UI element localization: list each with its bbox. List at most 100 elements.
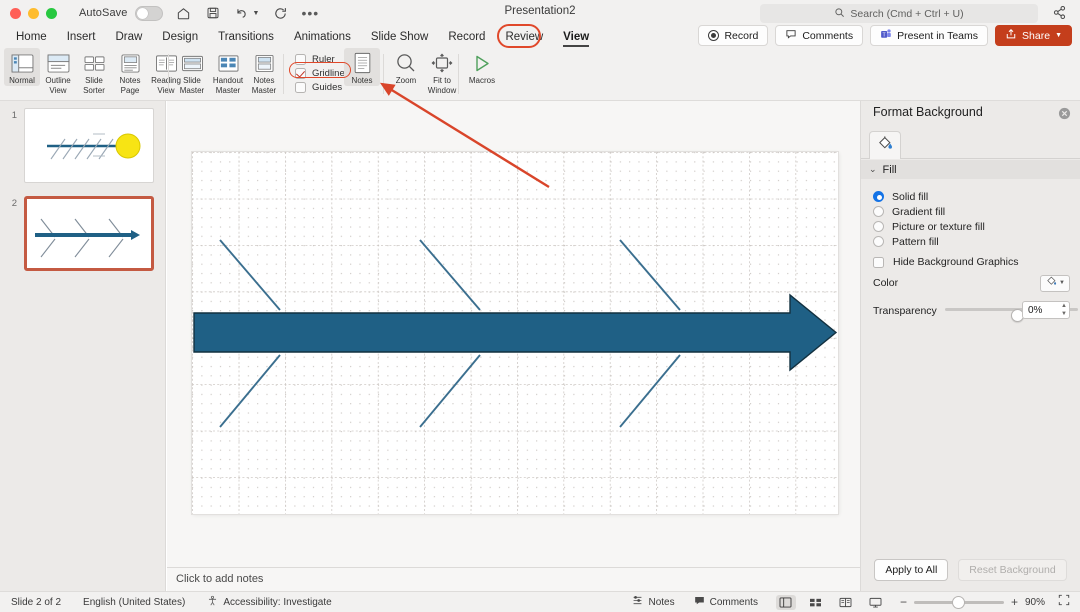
powerpoint-window: AutoSave ▼ ••• Presentation2 Search (Cmd… (0, 0, 1080, 612)
fill-option-solid[interactable]: Solid fill (873, 189, 985, 204)
gridlines-checkbox[interactable] (295, 68, 306, 79)
record-button[interactable]: Record (698, 25, 769, 46)
fill-color-button[interactable]: ▼ (1040, 274, 1070, 292)
hide-background-graphics-label: Hide Background Graphics (893, 256, 1019, 268)
present-in-teams-button[interactable]: T Present in Teams (870, 25, 989, 46)
ribbon-normal-view-button[interactable]: Normal (4, 48, 40, 86)
share-arrow-icon (1005, 28, 1017, 43)
tab-draw[interactable]: Draw (105, 26, 152, 48)
tab-review[interactable]: Review (495, 26, 553, 48)
fill-option-pattern[interactable]: Pattern fill (873, 234, 985, 249)
status-slide-sorter-button[interactable] (806, 595, 826, 610)
ruler-checkbox-row[interactable]: Ruler (295, 53, 350, 66)
share-connect-icon[interactable] (1052, 5, 1069, 22)
ribbon-notes-master-button[interactable]: Notes Master (246, 48, 282, 95)
guides-checkbox[interactable] (295, 82, 306, 93)
thumbnail-slide-2[interactable] (24, 196, 154, 271)
notes-toggle[interactable]: Notes (632, 595, 675, 609)
fill-section-header[interactable]: ⌄ Fill (861, 160, 1080, 179)
comments-toggle[interactable]: Comments (694, 595, 758, 609)
tab-record[interactable]: Record (438, 26, 495, 48)
status-normal-view-button[interactable] (775, 594, 796, 610)
redo-icon[interactable] (272, 5, 288, 21)
tab-design[interactable]: Design (152, 26, 208, 48)
comment-bubble-icon (785, 28, 797, 43)
slide-canvas[interactable] (192, 152, 838, 514)
zoom-out-button[interactable]: − (900, 595, 907, 609)
thumbnail-row-1[interactable]: 1 (3, 108, 154, 183)
slide-thumbnail-pane[interactable]: 1 2 (0, 101, 166, 591)
search-input[interactable]: Search (Cmd + Ctrl + U) (760, 4, 1038, 23)
status-reading-view-button[interactable] (836, 595, 856, 610)
picture-fill-radio[interactable] (873, 221, 884, 232)
thumbnail-row-2[interactable]: 2 (3, 196, 154, 271)
status-slideshow-button[interactable] (866, 595, 886, 610)
tab-insert[interactable]: Insert (57, 26, 106, 48)
ribbon-outline-view-button[interactable]: Outline View (40, 48, 76, 95)
tab-slide-show[interactable]: Slide Show (361, 26, 439, 48)
solid-fill-radio[interactable] (873, 191, 884, 202)
language-status[interactable]: English (United States) (83, 597, 185, 608)
chevron-down-icon[interactable]: ▼ (1059, 280, 1065, 286)
pattern-fill-label: Pattern fill (892, 235, 939, 248)
ribbon-slide-master-button[interactable]: Slide Master (174, 48, 210, 95)
stepper-arrows[interactable]: ▲ ▼ (1061, 303, 1067, 317)
gradient-fill-radio[interactable] (873, 206, 884, 217)
close-icon[interactable] (1058, 107, 1071, 120)
ribbon-handout-master-button[interactable]: Handout Master (210, 48, 246, 95)
reset-background-button[interactable]: Reset Background (958, 559, 1067, 581)
ruler-checkbox[interactable] (295, 54, 306, 65)
fishbone-diagram[interactable] (192, 152, 838, 514)
ribbon-normal-view-label: Normal (9, 76, 35, 85)
tab-animations[interactable]: Animations (284, 26, 361, 48)
ribbon-notes-page-button[interactable]: Notes Page (112, 48, 148, 95)
status-bar: Slide 2 of 2 English (United States) Acc… (0, 591, 1080, 612)
ribbon-zoom-button[interactable]: Zoom (388, 48, 424, 86)
maximize-window-button[interactable] (46, 7, 57, 19)
fill-option-gradient[interactable]: Gradient fill (873, 204, 985, 219)
handout-master-icon (215, 51, 241, 75)
hide-background-graphics-checkbox[interactable] (873, 256, 884, 268)
transparency-stepper[interactable]: 0% ▲ ▼ (1022, 301, 1070, 319)
tab-view[interactable]: View (553, 26, 599, 48)
ribbon-notes-button[interactable]: Notes (344, 48, 380, 86)
hide-background-graphics-row[interactable]: Hide Background Graphics (873, 256, 1018, 268)
stepper-up-icon[interactable]: ▲ (1061, 303, 1067, 309)
zoom-in-button[interactable]: + (1011, 595, 1018, 609)
comments-label: Comments (709, 596, 758, 608)
fit-slide-icon[interactable] (1058, 593, 1070, 611)
stepper-down-icon[interactable]: ▼ (1061, 311, 1067, 317)
zoom-slider-knob[interactable] (951, 595, 965, 609)
save-icon[interactable] (205, 5, 221, 21)
chevron-down-icon: ⌄ (869, 164, 877, 174)
minimize-window-button[interactable] (28, 7, 39, 19)
zoom-level[interactable]: 90% (1025, 597, 1051, 608)
apply-to-all-button[interactable]: Apply to All (874, 559, 949, 581)
accessibility-status[interactable]: Accessibility: Investigate (207, 595, 332, 609)
autosave-toggle[interactable] (134, 5, 163, 21)
fishbone-spine-arrow (193, 293, 838, 372)
search-icon (834, 5, 845, 23)
tab-transitions[interactable]: Transitions (208, 26, 284, 48)
panel-title: Format Background (873, 105, 983, 119)
transparency-row: Transparency 0% ▲ ▼ (873, 301, 1078, 322)
undo-dropdown-icon[interactable]: ▼ (253, 10, 260, 17)
ribbon-fit-to-window-button[interactable]: Fit to Window (424, 48, 460, 95)
ribbon-slide-sorter-button[interactable]: Slide Sorter (76, 48, 112, 95)
comments-button[interactable]: Comments (775, 25, 864, 46)
tab-home[interactable]: Home (6, 26, 57, 48)
panel-tab-fill[interactable] (869, 131, 901, 159)
notes-placeholder[interactable]: Click to add notes (176, 573, 263, 585)
pattern-fill-radio[interactable] (873, 236, 884, 247)
undo-icon[interactable] (234, 5, 250, 21)
title-bar: AutoSave ▼ ••• Presentation2 Search (Cmd… (0, 0, 1080, 26)
thumbnail-slide-1[interactable] (24, 108, 154, 183)
more-icon[interactable]: ••• (301, 6, 319, 20)
ribbon-handout-master-label: Handout Master (212, 76, 244, 95)
ribbon-macros-button[interactable]: Macros (464, 48, 500, 86)
close-window-button[interactable] (10, 7, 21, 19)
home-icon[interactable] (176, 5, 192, 21)
zoom-slider[interactable] (913, 595, 1004, 609)
share-button[interactable]: Share ▼ (995, 25, 1072, 46)
fill-option-picture[interactable]: Picture or texture fill (873, 219, 985, 234)
